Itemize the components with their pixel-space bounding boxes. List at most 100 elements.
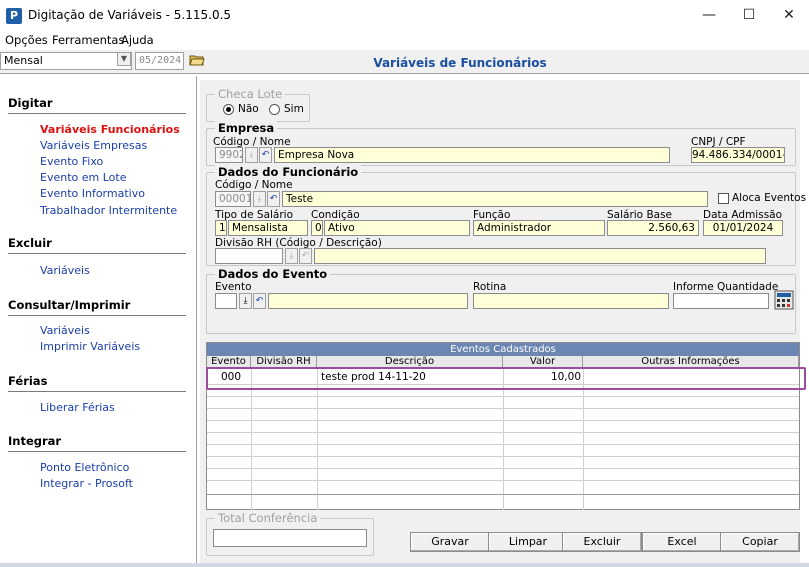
window-title: Digitação de Variáveis - 5.115.0.5 bbox=[28, 8, 232, 22]
sidebar-heading-integrar: Integrar bbox=[8, 434, 186, 452]
checa-lote-group: Checa Lote Não Sim bbox=[206, 87, 310, 122]
empresa-group: Empresa Código / Nome 9902 ⤓ ↶ Empresa N… bbox=[206, 121, 796, 166]
quantidade-field[interactable] bbox=[673, 293, 769, 309]
close-button[interactable]: ✕ bbox=[769, 0, 809, 30]
sidebar-item-imprimir-variaveis[interactable]: Imprimir Variáveis bbox=[40, 340, 140, 353]
data-admissao-field[interactable]: 01/01/2024 bbox=[703, 220, 783, 236]
condicao-field[interactable]: Ativo bbox=[324, 220, 470, 236]
grid-row-line bbox=[207, 456, 799, 457]
download-icon[interactable]: ⤓ bbox=[285, 248, 298, 264]
undo-icon[interactable]: ↶ bbox=[259, 147, 272, 163]
aloca-eventos-checkbox[interactable] bbox=[718, 193, 729, 204]
divisao-rh-code[interactable] bbox=[215, 248, 283, 264]
download-icon[interactable]: ⤓ bbox=[245, 147, 258, 163]
chevron-down-icon[interactable]: ▼ bbox=[117, 52, 131, 66]
tipo-salario-field[interactable]: Mensalista bbox=[228, 220, 308, 236]
total-group: Total Conferência bbox=[206, 511, 374, 556]
total-label: Total Conferência bbox=[215, 511, 321, 525]
condicao-code[interactable]: 0 bbox=[311, 220, 323, 236]
limpar-button[interactable]: Limpar bbox=[488, 532, 568, 552]
radio-sim-label: Sim bbox=[284, 103, 304, 115]
funcionario-codigo-label: Código / Nome bbox=[215, 179, 293, 191]
tipo-salario-code[interactable]: 1 bbox=[215, 220, 227, 236]
funcionario-codigo-field[interactable]: 00001 bbox=[215, 191, 251, 207]
sidebar-heading-ferias: Férias bbox=[8, 374, 186, 392]
evento-group: Dados do Evento Evento ⤓ ↶ Rotina Inform… bbox=[206, 267, 796, 334]
salario-base-field[interactable]: 2.560,63 bbox=[607, 220, 699, 236]
sidebar-item-liberar-ferias[interactable]: Liberar Férias bbox=[40, 401, 115, 414]
cnpj-field[interactable]: 94.486.334/0001-60 bbox=[691, 147, 785, 163]
excel-button[interactable]: Excel bbox=[642, 532, 722, 552]
period-field[interactable]: 05/2024 bbox=[135, 52, 184, 70]
grid-row-line bbox=[207, 396, 799, 397]
minimize-button[interactable]: — bbox=[689, 0, 729, 30]
sidebar-item-variaveis-funcionarios[interactable]: Variáveis Funcionários bbox=[40, 123, 180, 136]
divisao-rh-field[interactable] bbox=[314, 248, 766, 264]
app-icon: P bbox=[6, 8, 22, 24]
rotina-field[interactable] bbox=[473, 293, 669, 309]
maximize-button[interactable]: ☐ bbox=[729, 0, 769, 30]
grid-row-line bbox=[207, 444, 799, 445]
empresa-codigo-field[interactable]: 9902 bbox=[215, 147, 243, 163]
sidebar-item-variaveis-empresas[interactable]: Variáveis Empresas bbox=[40, 139, 147, 152]
download-icon[interactable]: ⤓ bbox=[253, 191, 266, 207]
evento-code-field[interactable] bbox=[215, 293, 237, 309]
radio-nao-label: Não bbox=[238, 103, 259, 115]
undo-icon[interactable]: ↶ bbox=[267, 191, 280, 207]
quantidade-label: Informe Quantidade bbox=[673, 281, 779, 293]
sidebar-heading-excluir: Excluir bbox=[8, 236, 186, 254]
evento-desc-field[interactable] bbox=[268, 293, 468, 309]
radio-sim[interactable] bbox=[269, 104, 280, 115]
funcionario-group: Dados do Funcionário Código / Nome 00001… bbox=[206, 165, 806, 266]
empresa-nome-field[interactable]: Empresa Nova bbox=[274, 147, 670, 163]
menu-ajuda[interactable]: Ajuda bbox=[121, 33, 154, 47]
grid-row-line bbox=[207, 408, 799, 409]
page-title: Variáveis de Funcionários bbox=[373, 56, 547, 70]
grid-row-line bbox=[207, 420, 799, 421]
sidebar-item-evento-lote[interactable]: Evento em Lote bbox=[40, 171, 126, 184]
aloca-eventos-label: Aloca Eventos bbox=[732, 192, 807, 204]
grid-row-line bbox=[207, 432, 799, 433]
grid-caption: Eventos Cadastrados bbox=[207, 343, 799, 356]
empresa-label: Empresa bbox=[215, 121, 278, 135]
grid-row-line bbox=[207, 480, 799, 481]
sidebar-item-ponto-eletronico[interactable]: Ponto Eletrônico bbox=[40, 461, 129, 474]
evento-label: Evento bbox=[215, 281, 252, 293]
evento-group-label: Dados do Evento bbox=[215, 267, 331, 281]
sidebar-item-evento-informativo[interactable]: Evento Informativo bbox=[40, 187, 145, 200]
undo-icon[interactable]: ↶ bbox=[253, 293, 266, 309]
copiar-button[interactable]: Copiar bbox=[720, 532, 800, 552]
funcao-field[interactable]: Administrador bbox=[473, 220, 605, 236]
main-panel: Checa Lote Não Sim Empresa Código / Nome… bbox=[200, 80, 806, 563]
sidebar-item-consultar-variaveis[interactable]: Variáveis bbox=[40, 324, 90, 337]
mode-select-value: Mensal bbox=[4, 54, 43, 67]
grid-row-line bbox=[207, 468, 799, 469]
sidebar-item-integrar-prosoft[interactable]: Integrar - Prosoft bbox=[40, 477, 133, 490]
sidebar-item-evento-fixo[interactable]: Evento Fixo bbox=[40, 155, 103, 168]
funcionario-label: Dados do Funcionário bbox=[215, 165, 362, 179]
undo-icon[interactable]: ↶ bbox=[299, 248, 312, 264]
menu-opcoes[interactable]: Opções bbox=[5, 33, 48, 47]
title-bar: P Digitação de Variáveis - 5.115.0.5 — ☐… bbox=[0, 0, 809, 30]
total-field[interactable] bbox=[213, 529, 367, 547]
checa-lote-label: Checa Lote bbox=[215, 87, 286, 101]
rotina-label: Rotina bbox=[473, 281, 507, 293]
status-strip bbox=[0, 563, 809, 567]
gravar-button[interactable]: Gravar bbox=[410, 532, 490, 552]
grid-footer-line bbox=[207, 494, 799, 495]
radio-nao[interactable] bbox=[223, 104, 234, 115]
excluir-button[interactable]: Excluir bbox=[562, 532, 642, 552]
page-header: Variáveis de Funcionários bbox=[200, 50, 800, 76]
sidebar-item-trabalhador-intermitente[interactable]: Trabalhador Intermitente bbox=[40, 204, 177, 217]
sidebar-heading-consultar: Consultar/Imprimir bbox=[8, 298, 186, 316]
selected-row-highlight bbox=[206, 367, 806, 390]
funcionario-nome-field[interactable]: Teste bbox=[282, 191, 708, 207]
mode-select[interactable]: Mensal bbox=[0, 52, 132, 70]
sidebar: Digitar Variáveis Funcionários Variáveis… bbox=[0, 76, 197, 563]
calculator-icon[interactable] bbox=[774, 290, 794, 310]
sidebar-item-excluir-variaveis[interactable]: Variáveis bbox=[40, 264, 90, 277]
sidebar-heading-digitar: Digitar bbox=[8, 96, 186, 114]
download-icon[interactable]: ⤓ bbox=[239, 293, 252, 309]
menu-ferramentas[interactable]: Ferramentas bbox=[52, 33, 124, 47]
menu-bar: Opções Ferramentas Ajuda bbox=[0, 30, 809, 50]
